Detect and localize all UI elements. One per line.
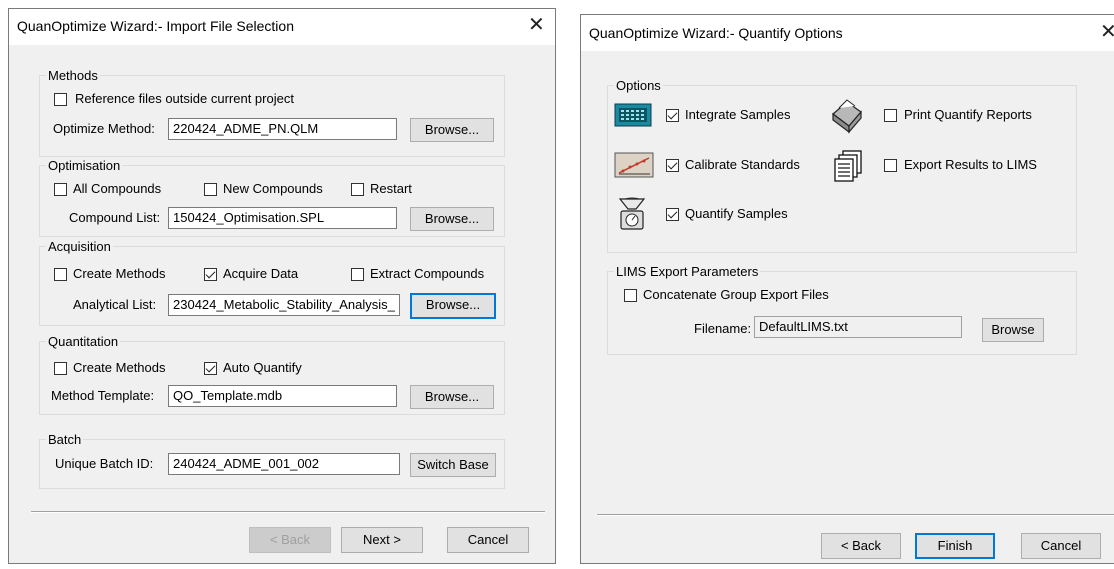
- browse-button[interactable]: Browse...: [410, 207, 494, 231]
- optimisation-group: Optimisation All Compounds New Compounds…: [39, 158, 505, 237]
- integrate-samples-checkbox[interactable]: [666, 109, 679, 122]
- group-label: Acquisition: [46, 239, 113, 254]
- divider: [31, 511, 545, 513]
- checkbox-label: Acquire Data: [223, 266, 299, 281]
- title-bar: QuanOptimize Wizard:- Quantify Options ✕: [581, 15, 1114, 51]
- print-reports-checkbox[interactable]: [884, 109, 897, 122]
- acquisition-group: Acquisition Create Methods Acquire Data …: [39, 239, 505, 326]
- checkbox-label: Restart: [370, 181, 412, 196]
- browse-button[interactable]: Browse...: [410, 118, 494, 142]
- calibrate-standards-checkbox[interactable]: [666, 159, 679, 172]
- quantitation-group: Quantitation Create Methods Auto Quantif…: [39, 334, 505, 415]
- batch-group: Batch Unique Batch ID: 240424_ADME_001_0…: [39, 432, 505, 489]
- browse-button[interactable]: Browse...: [410, 293, 496, 319]
- reference-files-checkbox[interactable]: [54, 93, 67, 106]
- analytical-list-field[interactable]: 230424_Metabolic_Stability_Analysis_: [168, 294, 400, 316]
- import-file-selection-dialog: QuanOptimize Wizard:- Import File Select…: [8, 8, 556, 564]
- checkbox-label: Integrate Samples: [685, 107, 791, 122]
- group-label: LIMS Export Parameters: [614, 264, 761, 279]
- create-methods-checkbox[interactable]: [54, 268, 67, 281]
- acquire-data-checkbox[interactable]: [204, 268, 217, 281]
- checkbox-label: Create Methods: [73, 360, 166, 375]
- field-label: Unique Batch ID:: [55, 456, 154, 471]
- checkbox-label: Quantify Samples: [685, 206, 788, 221]
- cancel-button[interactable]: Cancel: [447, 527, 529, 553]
- new-compounds-checkbox[interactable]: [204, 183, 217, 196]
- group-label: Quantitation: [46, 334, 121, 349]
- quantify-samples-checkbox[interactable]: [666, 208, 679, 221]
- field-label: Method Template:: [51, 388, 155, 403]
- checkbox-label: Auto Quantify: [223, 360, 302, 375]
- checkbox-label: Calibrate Standards: [685, 157, 800, 172]
- all-compounds-checkbox[interactable]: [54, 183, 67, 196]
- back-button[interactable]: < Back: [821, 533, 901, 559]
- checkbox-label: Concatenate Group Export Files: [643, 287, 829, 302]
- group-label: Methods: [46, 68, 100, 83]
- divider: [597, 514, 1114, 516]
- extract-compounds-checkbox[interactable]: [351, 268, 364, 281]
- next-button[interactable]: Next >: [341, 527, 423, 553]
- filename-field[interactable]: DefaultLIMS.txt: [754, 316, 962, 338]
- checkbox-label: New Compounds: [223, 181, 323, 196]
- back-button[interactable]: < Back: [249, 527, 331, 553]
- create-methods-checkbox[interactable]: [54, 362, 67, 375]
- optimize-method-field[interactable]: 220424_ADME_PN.QLM: [168, 118, 397, 140]
- compound-list-field[interactable]: 150424_Optimisation.SPL: [168, 207, 397, 229]
- field-label: Filename:: [694, 321, 752, 336]
- title-bar: QuanOptimize Wizard:- Import File Select…: [9, 9, 555, 45]
- browse-button[interactable]: Browse...: [410, 385, 494, 409]
- calibration-chart-icon: [614, 152, 654, 178]
- browse-button[interactable]: Browse: [982, 318, 1044, 342]
- field-label: Optimize Method:: [53, 121, 155, 136]
- options-group: Options Integrate Samples Calibrate Stan…: [607, 78, 1077, 253]
- group-label: Batch: [46, 432, 84, 447]
- dialog-title: QuanOptimize Wizard:- Import File Select…: [17, 18, 294, 34]
- group-label: Options: [614, 78, 663, 93]
- field-label: Analytical List:: [73, 297, 157, 312]
- export-lims-checkbox[interactable]: [884, 159, 897, 172]
- printer-icon: [832, 99, 862, 134]
- checkbox-label: All Compounds: [73, 181, 162, 196]
- lims-export-group: LIMS Export Parameters Concatenate Group…: [607, 264, 1077, 355]
- auto-quantify-checkbox[interactable]: [204, 362, 217, 375]
- group-label: Optimisation: [46, 158, 123, 173]
- checkbox-label: Export Results to LIMS: [904, 157, 1037, 172]
- concatenate-checkbox[interactable]: [624, 289, 637, 302]
- dialog-title: QuanOptimize Wizard:- Quantify Options: [589, 25, 843, 41]
- switch-base-button[interactable]: Switch Base: [410, 453, 496, 477]
- method-template-field[interactable]: QO_Template.mdb: [168, 385, 397, 407]
- close-icon[interactable]: ✕: [528, 15, 545, 35]
- checkbox-label: Create Methods: [73, 266, 166, 281]
- scale-icon: [618, 197, 646, 230]
- checkbox-label: Print Quantify Reports: [904, 107, 1032, 122]
- restart-checkbox[interactable]: [351, 183, 364, 196]
- documents-icon: [834, 150, 862, 182]
- checkbox-label: Reference files outside current project: [75, 91, 294, 106]
- methods-group: Methods Reference files outside current …: [39, 68, 505, 157]
- checkbox-label: Extract Compounds: [370, 266, 485, 281]
- integrate-icon: [614, 103, 652, 127]
- field-label: Compound List:: [69, 210, 161, 225]
- cancel-button[interactable]: Cancel: [1021, 533, 1101, 559]
- unique-batch-id-field[interactable]: 240424_ADME_001_002: [168, 453, 400, 475]
- close-icon[interactable]: ✕: [1100, 22, 1114, 42]
- quantify-options-dialog: QuanOptimize Wizard:- Quantify Options ✕…: [580, 14, 1114, 564]
- finish-button[interactable]: Finish: [915, 533, 995, 559]
